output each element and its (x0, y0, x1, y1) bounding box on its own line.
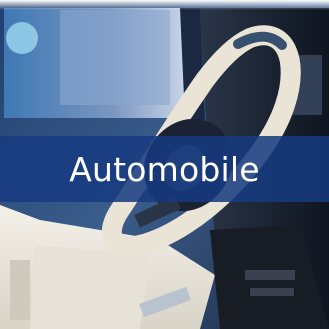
category-label: Automobile (69, 149, 260, 189)
category-banner[interactable]: Automobile (0, 136, 329, 202)
top-fade (0, 0, 329, 10)
category-tile[interactable]: Automobile (0, 0, 329, 329)
